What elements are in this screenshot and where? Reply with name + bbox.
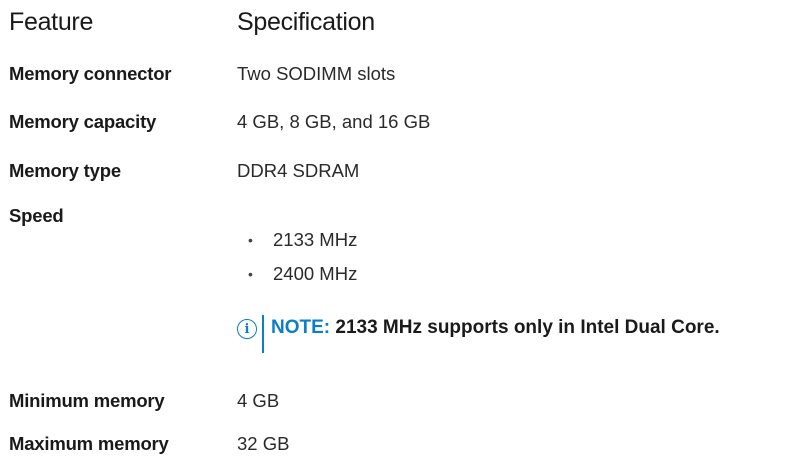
row-value-minimum-memory: 4 GB: [237, 390, 280, 411]
note-text: NOTE: 2133 MHz supports only in Intel Du…: [271, 317, 720, 339]
row-value-memory-type: DDR4 SDRAM: [237, 160, 360, 181]
header-specification: Specification: [237, 8, 375, 36]
row-label-maximum-memory: Maximum memory: [9, 433, 169, 454]
bullet-dot: •: [248, 266, 253, 282]
row-label-minimum-memory: Minimum memory: [9, 390, 165, 411]
speed-bullet-item: 2400 MHz: [273, 263, 358, 284]
row-label-memory-connector: Memory connector: [9, 63, 172, 84]
header-feature: Feature: [9, 8, 94, 36]
note-divider: [262, 315, 264, 353]
note-callout: i NOTE: 2133 MHz supports only in Intel …: [237, 315, 720, 353]
note-label: NOTE:: [271, 317, 336, 338]
bullet-dot: •: [248, 232, 253, 248]
speed-bullet-item: 2133 MHz: [273, 229, 358, 250]
row-label-memory-capacity: Memory capacity: [9, 111, 157, 132]
row-value-memory-connector: Two SODIMM slots: [237, 63, 396, 84]
info-icon: i: [237, 319, 257, 339]
row-value-maximum-memory: 32 GB: [237, 433, 290, 454]
note-body: 2133 MHz supports only in Intel Dual Cor…: [335, 317, 720, 338]
row-label-memory-type: Memory type: [9, 160, 121, 181]
row-label-speed: Speed: [9, 205, 64, 226]
row-value-memory-capacity: 4 GB, 8 GB, and 16 GB: [237, 111, 431, 132]
